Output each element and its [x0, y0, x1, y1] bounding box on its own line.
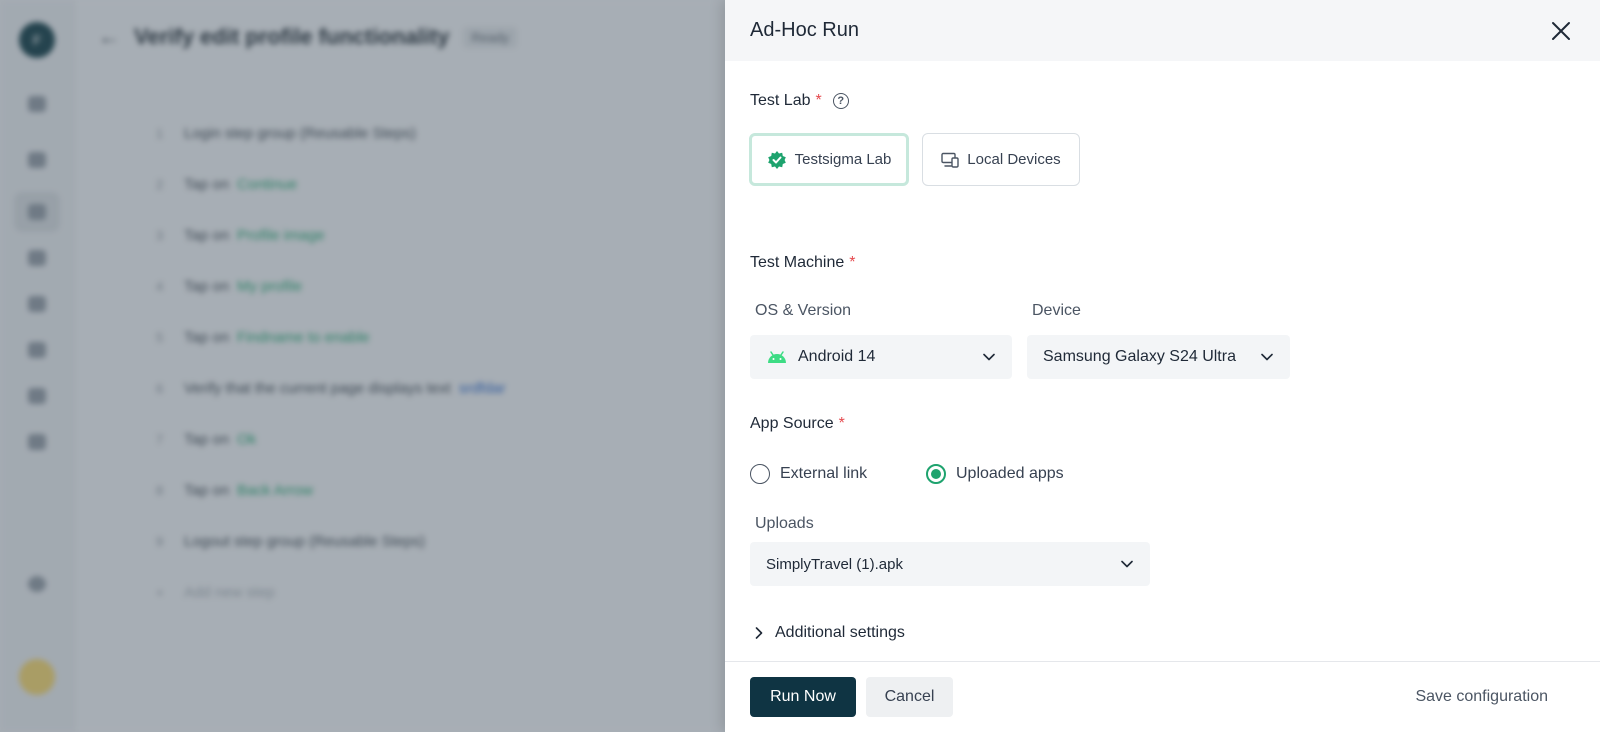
external-link-radio[interactable]	[750, 464, 770, 484]
drawer-header: Ad-Hoc Run	[725, 0, 1600, 61]
required-marker: *	[838, 415, 845, 432]
device-value: Samsung Galaxy S24 Ultra	[1043, 348, 1236, 365]
test-machine-label-text: Test Machine	[750, 254, 845, 271]
help-icon[interactable]: ?	[832, 93, 849, 109]
os-version-select[interactable]: Android 14	[750, 335, 1012, 379]
local-devices-label: Local Devices	[967, 151, 1061, 168]
gear-badge-icon	[767, 150, 786, 169]
uploaded-apps-radio[interactable]	[926, 464, 946, 484]
testsigma-lab-label: Testsigma Lab	[794, 151, 892, 168]
external-link-label: External link	[780, 465, 868, 482]
devices-icon	[941, 152, 959, 168]
test-machine-label: Test Machine *	[750, 254, 856, 272]
chevron-down-icon	[982, 350, 996, 364]
uploads-select[interactable]: SimplyTravel (1).apk	[750, 542, 1150, 586]
uploads-label: Uploads	[755, 515, 814, 532]
device-label: Device	[1032, 302, 1081, 319]
chevron-down-icon	[1120, 557, 1134, 571]
drawer-footer: Run Now Cancel Save configuration	[725, 661, 1600, 732]
test-lab-label-text: Test Lab	[750, 92, 811, 109]
additional-settings-label: Additional settings	[775, 624, 905, 641]
os-version-label: OS & Version	[755, 302, 852, 319]
app-source-label-text: App Source	[750, 415, 834, 432]
uploaded-apps-radio-option[interactable]: Uploaded apps	[926, 464, 1064, 484]
required-marker: *	[849, 254, 856, 271]
os-version-value: Android 14	[798, 348, 876, 365]
uploads-value: SimplyTravel (1).apk	[766, 555, 903, 573]
ad-hoc-run-drawer: Ad-Hoc Run Test Lab * ? Testsigma Lab Lo…	[725, 0, 1600, 732]
local-devices-option[interactable]: Local Devices	[922, 133, 1080, 186]
app-source-radio-group: External link Uploaded apps	[750, 464, 1064, 484]
close-button[interactable]	[1546, 16, 1576, 46]
testsigma-lab-option[interactable]: Testsigma Lab	[749, 133, 909, 186]
drawer-title: Ad-Hoc Run	[750, 19, 859, 41]
modal-overlay[interactable]	[0, 0, 725, 732]
cancel-button[interactable]: Cancel	[866, 677, 953, 717]
run-now-button[interactable]: Run Now	[750, 677, 856, 717]
close-icon	[1552, 21, 1570, 40]
app-source-label: App Source *	[750, 415, 845, 433]
chevron-right-icon	[755, 627, 763, 639]
external-link-radio-option[interactable]: External link	[750, 464, 926, 484]
additional-settings-toggle[interactable]: Additional settings	[755, 624, 905, 642]
test-lab-label: Test Lab * ?	[750, 92, 849, 110]
required-marker: *	[815, 92, 822, 109]
save-configuration-button[interactable]: Save configuration	[1415, 677, 1548, 717]
uploaded-apps-label: Uploaded apps	[956, 465, 1064, 482]
device-select[interactable]: Samsung Galaxy S24 Ultra	[1027, 335, 1290, 379]
chevron-down-icon	[1260, 350, 1274, 364]
android-icon	[768, 351, 786, 363]
